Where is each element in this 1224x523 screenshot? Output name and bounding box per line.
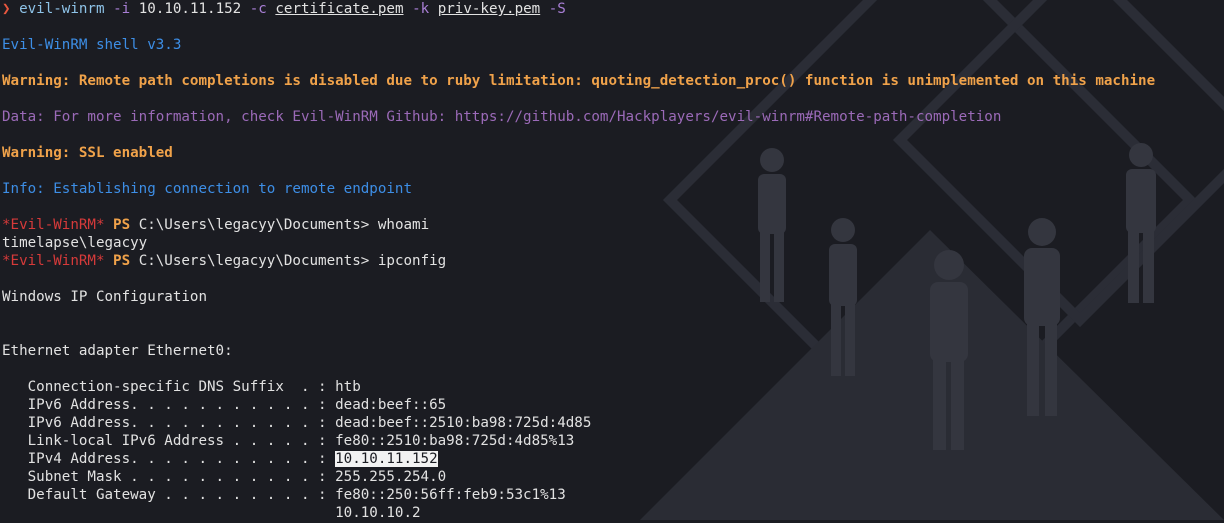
prompt-ps: PS: [113, 217, 131, 233]
row-value: 10.10.10.2: [335, 505, 421, 521]
ipconfig-row: IPv4 Address. . . . . . . . . . . : 10.1…: [2, 450, 1224, 468]
ipconfig-title: Windows IP Configuration: [2, 289, 207, 305]
row-value: fe80::2510:ba98:725d:4d85%13: [335, 433, 575, 449]
prompt-path: C:\Users\legacyy\Documents>: [138, 217, 370, 233]
row-value: dead:beef::2510:ba98:725d:4d85: [335, 415, 592, 431]
command-line: ❯ evil-winrm -i 10.10.11.152 -c certific…: [2, 0, 1224, 18]
row-label: IPv4 Address. . . . . . . . . . . :: [2, 451, 336, 467]
command-program: evil-winrm: [19, 1, 105, 17]
flag-c: -c: [249, 1, 267, 17]
banner-line: Evil-WinRM shell v3.3: [2, 37, 182, 53]
prompt-name: *Evil-WinRM*: [2, 253, 105, 269]
warning-path-completion: Warning: Remote path completions is disa…: [2, 73, 1156, 89]
row-value: htb: [335, 379, 361, 395]
row-value: dead:beef::65: [335, 397, 447, 413]
row-value: 255.255.254.0: [335, 469, 447, 485]
row-label: IPv6 Address. . . . . . . . . . . :: [2, 397, 336, 413]
warning-ssl: Warning: SSL enabled: [2, 145, 173, 161]
prompt-ps: PS: [113, 253, 131, 269]
arg-key: priv-key.pem: [437, 1, 541, 17]
row-label: [2, 505, 335, 521]
command-whoami: whoami: [377, 217, 430, 233]
row-label: Default Gateway . . . . . . . . . :: [2, 487, 336, 503]
row-label: IPv6 Address. . . . . . . . . . . :: [2, 415, 336, 431]
prompt-name: *Evil-WinRM*: [2, 217, 105, 233]
whoami-output: timelapse\legacyy: [2, 235, 148, 251]
selected-ipv4-value[interactable]: 10.10.11.152: [335, 451, 438, 467]
flag-k: -k: [412, 1, 430, 17]
flag-s: -S: [548, 1, 566, 17]
arg-cert: certificate.pem: [275, 1, 404, 17]
ipconfig-row: Link-local IPv6 Address . . . . . : fe80…: [2, 432, 1224, 450]
prompt-path: C:\Users\legacyy\Documents>: [138, 253, 370, 269]
terminal-output[interactable]: ❯ evil-winrm -i 10.10.11.152 -c certific…: [2, 0, 1224, 522]
ipconfig-row: Subnet Mask . . . . . . . . . . . : 255.…: [2, 468, 1224, 486]
command-ipconfig: ipconfig: [377, 253, 447, 269]
flag-i: -i: [113, 1, 131, 17]
ipconfig-row: IPv6 Address. . . . . . . . . . . : dead…: [2, 414, 1224, 432]
prompt-line-ipconfig: *Evil-WinRM* PS C:\Users\legacyy\Documen…: [2, 252, 1224, 270]
ipconfig-row: 10.10.10.2: [2, 504, 1224, 522]
row-value: fe80::250:56ff:feb9:53c1%13: [335, 487, 566, 503]
info-connection: Info: Establishing connection to remote …: [2, 181, 412, 197]
row-label: Subnet Mask . . . . . . . . . . . :: [2, 469, 336, 485]
row-label: Connection-specific DNS Suffix . :: [2, 379, 336, 395]
data-info-line: Data: For more information, check Evil-W…: [2, 109, 1002, 125]
row-label: Link-local IPv6 Address . . . . . :: [2, 433, 336, 449]
ipconfig-row: IPv6 Address. . . . . . . . . . . : dead…: [2, 396, 1224, 414]
prompt-arrow-icon: ❯: [2, 1, 11, 17]
ipconfig-row: Connection-specific DNS Suffix . : htb: [2, 378, 1224, 396]
adapter-heading: Ethernet adapter Ethernet0:: [2, 343, 233, 359]
ipconfig-row: Default Gateway . . . . . . . . . : fe80…: [2, 486, 1224, 504]
arg-ip: 10.10.11.152: [138, 1, 242, 17]
prompt-line-whoami: *Evil-WinRM* PS C:\Users\legacyy\Documen…: [2, 216, 1224, 234]
